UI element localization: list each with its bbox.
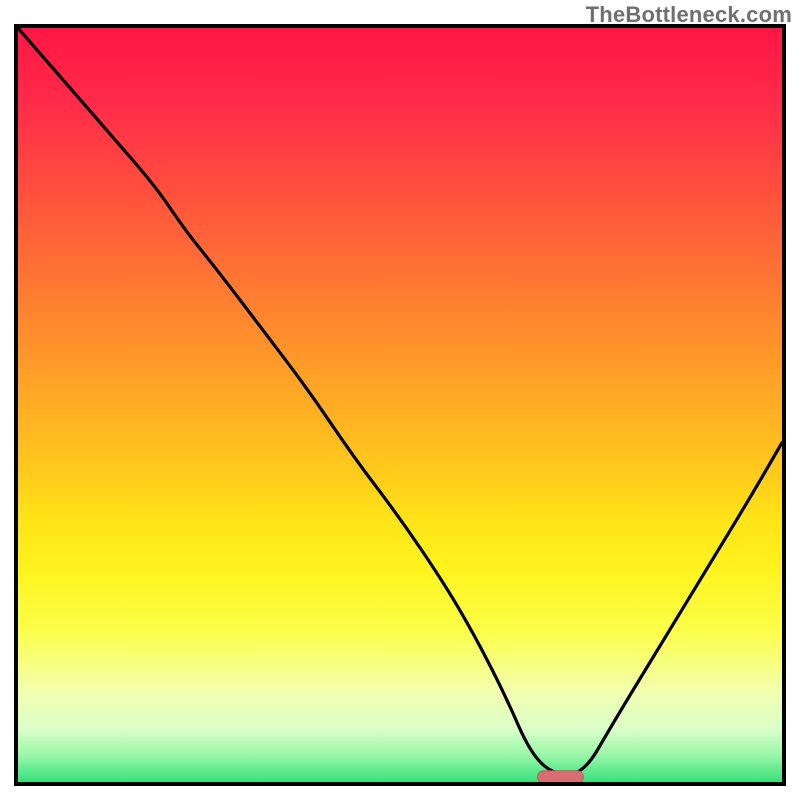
optimal-marker (538, 771, 584, 782)
chart-frame (14, 24, 786, 786)
gradient-background (18, 28, 782, 782)
chart-svg (18, 28, 782, 782)
chart-stage: TheBottleneck.com (0, 0, 800, 800)
watermark-text: TheBottleneck.com (586, 2, 792, 28)
